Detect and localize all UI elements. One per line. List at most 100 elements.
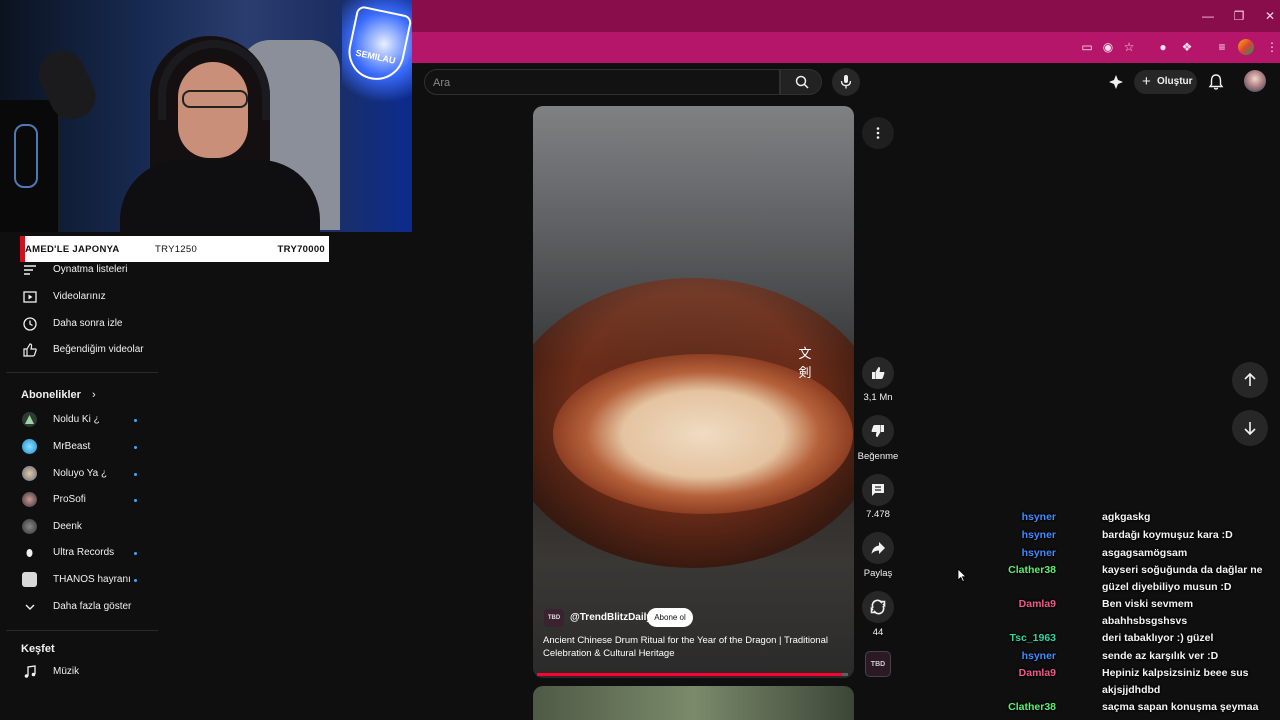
video-progress-fill (537, 673, 842, 676)
sidebar-item-label: Beğendiğim videolar (53, 344, 144, 355)
sidebar-item-liked-videos[interactable]: Beğendiğim videolar (0, 338, 158, 364)
notifications-bell-icon[interactable] (1208, 73, 1224, 91)
chat-text: saçma sapan konuşma şeymaa (1102, 701, 1259, 713)
dislike-button[interactable] (862, 415, 894, 447)
explore-heading: Keşfet (21, 643, 55, 655)
plus-icon: + (1142, 73, 1151, 90)
sidebar-item-label: Deenk (53, 521, 82, 532)
sparkle-ai-icon[interactable] (1108, 74, 1124, 90)
sidebar-item-ultra-records[interactable]: Ultra Records (0, 541, 158, 567)
playlist-icon (22, 262, 38, 278)
arrow-up-icon (1244, 372, 1256, 386)
channel-avatar (22, 412, 37, 427)
chat-text: Ben viski sevmem abahhsbsgshsvs (1102, 598, 1194, 627)
media-queue-icon[interactable]: ≡ (1214, 40, 1230, 54)
channel-avatar (22, 572, 37, 587)
share-label: Paylaş (863, 568, 893, 579)
chat-text: bardağı koymuşuz kara :D (1102, 529, 1233, 541)
shorts-video-player[interactable] (533, 106, 854, 678)
sidebar-item-music[interactable]: Müzik (0, 660, 158, 686)
channel-name-link[interactable]: @TrendBlitzDaily (570, 612, 652, 623)
voice-search-button[interactable] (832, 68, 860, 96)
remix-button[interactable] (862, 591, 894, 623)
show-more-button[interactable]: Daha fazla göster (0, 595, 158, 621)
sidebar-item-noldu-ki[interactable]: Noldu Ki ¿ (0, 408, 158, 434)
comments-button[interactable] (862, 474, 894, 506)
chat-username: hsyner (1021, 547, 1056, 559)
chat-username: Tsc_1963 (1009, 632, 1056, 644)
chevron-down-icon (22, 599, 38, 615)
dislike-label: Beğenme (857, 451, 899, 462)
sidebar-item-label: Noluyo Ya ¿ (53, 468, 108, 479)
channel-avatar[interactable]: TBD (544, 609, 564, 627)
more-vertical-icon (876, 127, 880, 139)
microphone-icon (840, 75, 852, 89)
thumbs-up-icon (22, 342, 38, 358)
mouse-cursor-icon (957, 568, 967, 583)
previous-short-button[interactable] (1232, 362, 1268, 398)
chat-text: asgagsamögsam (1102, 547, 1188, 559)
bookmark-star-icon[interactable]: ☆ (1121, 40, 1137, 54)
music-icon (22, 664, 38, 680)
chat-username: Clather38 (1008, 564, 1056, 576)
minimize-icon[interactable]: — (1200, 8, 1216, 24)
next-short-preview[interactable] (533, 686, 854, 720)
sidebar-item-mrbeast[interactable]: MrBeast (0, 435, 158, 461)
create-button[interactable]: + Oluştur (1134, 70, 1197, 94)
video-frame-mist (533, 106, 854, 366)
chat-text: sende az karşılık ver :D (1102, 650, 1219, 662)
browser-titlebar (412, 0, 1280, 32)
channel-avatar (22, 519, 37, 534)
sidebar-item-noluyo-ya[interactable]: Noluyo Ya ¿ (0, 462, 158, 488)
eye-off-icon[interactable]: ◉ (1100, 40, 1116, 54)
chat-username: hsyner (1021, 529, 1056, 541)
create-label: Oluştur (1157, 76, 1193, 87)
account-avatar[interactable] (1244, 70, 1266, 92)
cast-icon[interactable]: ▭ (1079, 40, 1095, 54)
your-videos-icon (22, 289, 38, 305)
search-button[interactable] (780, 69, 822, 95)
clock-icon (22, 316, 38, 332)
share-icon (871, 542, 885, 554)
browser-profile-icon[interactable] (1238, 39, 1254, 55)
sidebar-item-watch-later[interactable]: Daha sonra izle (0, 312, 158, 338)
thumbs-up-icon (872, 367, 885, 379)
browser-menu-icon[interactable]: ⋮ (1264, 40, 1280, 54)
video-progress-bar[interactable] (537, 673, 848, 676)
remix-count: 44 (872, 627, 884, 638)
share-button[interactable] (862, 532, 894, 564)
new-content-dot (134, 473, 137, 476)
restore-icon[interactable]: ❐ (1231, 8, 1247, 24)
like-button[interactable] (862, 357, 894, 389)
sound-thumbnail[interactable]: TBD (865, 651, 891, 677)
video-title[interactable]: Ancient Chinese Drum Ritual for the Year… (543, 634, 833, 660)
subscriptions-heading[interactable]: Abonelikler › (21, 389, 96, 401)
sidebar-item-your-videos[interactable]: Videolarınız (0, 285, 158, 311)
sidebar-item-label: ProSofi (53, 494, 86, 505)
more-options-button[interactable] (862, 117, 894, 149)
like-count: 3,1 Mn (863, 392, 893, 403)
sidebar-divider (6, 630, 158, 631)
chat-username: Clather38 (1008, 701, 1056, 713)
sidebar-item-label: Daha sonra izle (53, 318, 123, 329)
remix-icon (870, 599, 886, 615)
extensions-icon[interactable]: ❖ (1179, 40, 1195, 54)
sidebar-divider (6, 372, 158, 373)
close-icon[interactable]: ✕ (1262, 8, 1278, 24)
search-input[interactable] (433, 74, 763, 92)
thumbs-down-icon (871, 425, 884, 437)
next-short-button[interactable] (1232, 410, 1268, 446)
sidebar-item-prosofi[interactable]: ProSofi (0, 488, 158, 514)
sidebar-item-deenk[interactable]: Deenk (0, 515, 158, 541)
subscribe-button[interactable]: Abone ol (647, 608, 693, 627)
chat-username: Damla9 (1018, 667, 1056, 679)
search-field[interactable] (424, 69, 780, 95)
channel-avatar (22, 439, 37, 454)
streamer-webcam: SEMILAU (0, 0, 412, 232)
sidebar-item-thanos-hayrani[interactable]: THANOS hayranı (0, 568, 158, 594)
extension-bulb-icon[interactable]: ● (1155, 40, 1171, 54)
chat-text: Hepiniz kalpsizsiniz beee sus akjsjjdhdb… (1102, 667, 1249, 696)
new-content-dot (134, 419, 137, 422)
sidebar-item-label: Noldu Ki ¿ (53, 414, 100, 425)
sidebar-item-playlists[interactable]: Oynatma listeleri (0, 258, 158, 284)
